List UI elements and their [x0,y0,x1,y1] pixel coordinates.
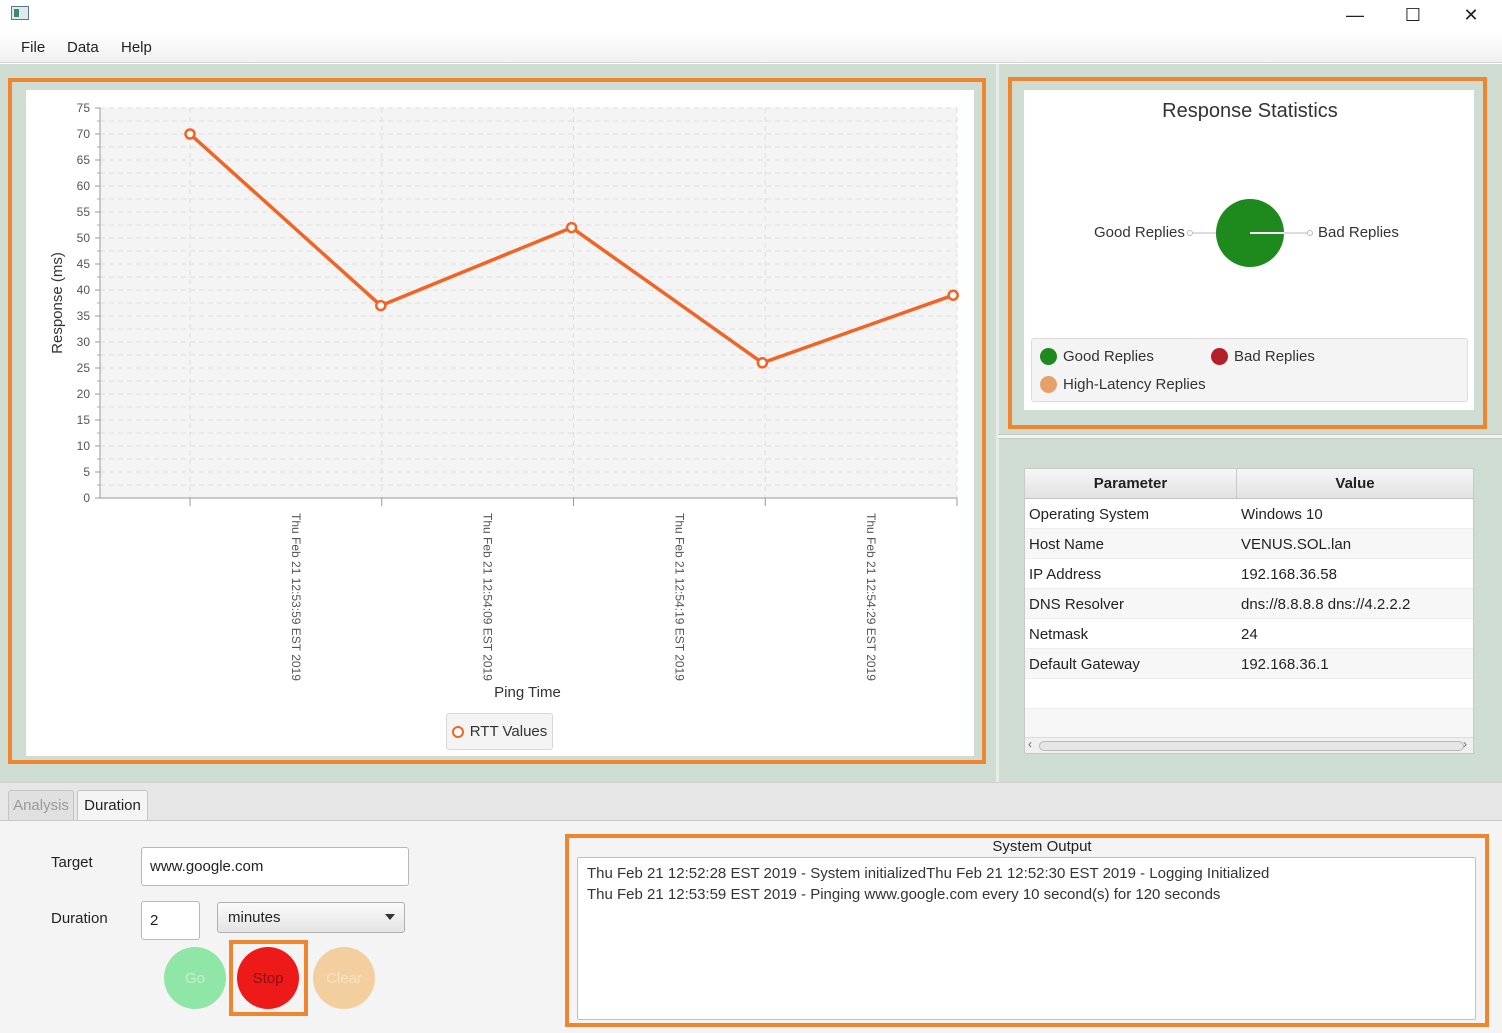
duration-unit-select[interactable]: minutes [217,902,405,933]
duration-label: Duration [51,910,108,927]
cell-value: Windows 10 [1241,505,1323,523]
table-row[interactable]: Netmask 24 [1025,619,1473,649]
duration-unit-value: minutes [228,909,281,926]
menu-data[interactable]: Data [67,39,99,56]
cell-parameter: Host Name [1029,535,1105,553]
cell-value: 192.168.36.1 [1241,655,1329,673]
chevron-down-icon [385,914,395,920]
cell-parameter: Operating System [1029,505,1150,523]
column-header-value[interactable]: Value [1237,469,1473,499]
stop-highlight-box [229,940,308,1016]
target-label: Target [51,854,93,871]
cell-value: 192.168.36.58 [1241,565,1337,583]
chart-highlight-box [8,78,986,764]
column-header-parameter[interactable]: Parameter [1025,469,1237,499]
table-row[interactable]: Host Name VENUS.SOL.lan [1025,529,1473,559]
menu-file[interactable]: File [21,39,45,56]
menu-bar: File Data Help [0,33,1502,63]
title-bar: — ☐ ✕ [0,0,1502,32]
cell-parameter: DNS Resolver [1029,595,1125,613]
cell-value: VENUS.SOL.lan [1241,535,1352,553]
duration-input[interactable]: 2 [141,901,200,940]
table-row[interactable]: IP Address 192.168.36.58 [1025,559,1473,589]
menu-help[interactable]: Help [121,39,152,56]
scroll-right-icon[interactable]: › [1463,737,1467,751]
tab-duration[interactable]: Duration [77,790,148,820]
stats-highlight-box [1008,77,1487,429]
table-row[interactable]: Operating System Windows 10 [1025,499,1473,529]
tab-strip [0,782,1502,820]
cell-parameter: Default Gateway [1029,655,1140,673]
cell-parameter: Netmask [1029,625,1089,643]
horizontal-splitter[interactable] [998,434,1502,439]
table-row[interactable]: Default Gateway 192.168.36.1 [1025,649,1473,679]
table-row-empty [1025,679,1473,709]
parameter-table: Parameter Value Operating System Windows… [1024,468,1474,754]
go-button[interactable]: Go [164,947,226,1009]
cell-parameter: IP Address [1029,565,1102,583]
close-button[interactable]: ✕ [1442,0,1500,30]
target-input[interactable]: www.google.com [141,847,409,886]
maximize-button[interactable]: ☐ [1384,0,1442,30]
table-row[interactable]: DNS Resolver dns://8.8.8.8 dns://4.2.2.2 [1025,589,1473,619]
scroll-left-icon[interactable]: ‹ [1028,737,1032,751]
app-icon [11,6,29,20]
table-row-empty [1025,709,1473,739]
clear-button[interactable]: Clear [313,947,375,1009]
vertical-divider[interactable] [996,64,999,782]
cell-value: dns://8.8.8.8 dns://4.2.2.2 [1241,595,1411,613]
minimize-button[interactable]: — [1326,0,1384,30]
horizontal-scrollbar[interactable]: ‹ › [1025,737,1473,753]
scrollbar-thumb[interactable] [1039,741,1464,751]
output-highlight-box [565,834,1489,1027]
tab-analysis[interactable]: Analysis [8,790,74,820]
cell-value: 24 [1241,625,1258,643]
